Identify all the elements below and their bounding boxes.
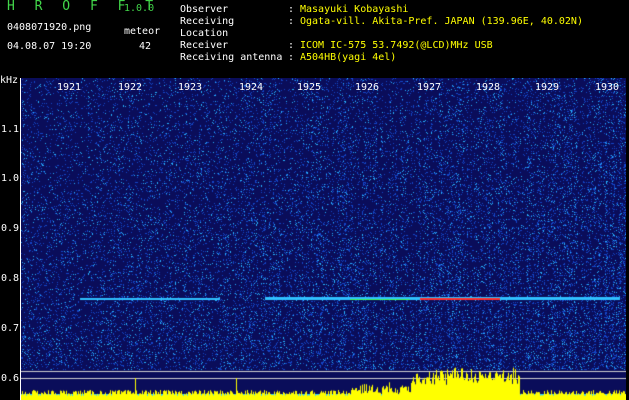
time-tick: 1930: [595, 82, 620, 93]
freq-tick: 1.0: [1, 173, 20, 184]
time-tick: 1929: [535, 82, 560, 93]
field-value-antenna: A504HB(yagi 4el): [300, 52, 397, 63]
freq-tick: 0.7: [1, 323, 20, 334]
hroft-window: H R O F F T 1.0.0 0408071920.png meteor …: [0, 0, 629, 400]
field-label-observer: Observer: [180, 4, 229, 15]
observation-datetime: 04.08.07 19:20: [7, 41, 92, 52]
field-value-receiver: ICOM IC-575 53.7492(@LCD)MHz USB: [300, 40, 493, 51]
freq-tick: 0.6: [1, 373, 20, 384]
time-tick: 1922: [118, 82, 143, 93]
freq-tick: 1.1: [1, 124, 20, 135]
field-label-antenna: Receiving antenna: [180, 52, 283, 63]
time-tick: 1927: [417, 82, 442, 93]
field-sep: :: [288, 40, 295, 51]
file-name: 0408071920.png: [7, 22, 92, 33]
freq-tick: 0.9: [1, 223, 20, 234]
field-sep: :: [288, 52, 295, 63]
app-version: 1.0.0: [124, 3, 155, 14]
field-sep: :: [288, 4, 295, 15]
time-tick: 1921: [57, 82, 82, 93]
field-value-location: Ogata-vill. Akita-Pref. JAPAN (139.96E, …: [300, 16, 583, 27]
field-sep: :: [288, 16, 295, 27]
time-tick: 1923: [178, 82, 203, 93]
meteor-label: meteor: [124, 26, 161, 37]
meteor-count: 42: [139, 41, 152, 52]
time-tick: 1925: [297, 82, 322, 93]
time-tick: 1928: [476, 82, 501, 93]
field-label-receiver: Receiver: [180, 40, 229, 51]
field-value-observer: Masayuki Kobayashi: [300, 4, 409, 15]
freq-unit-label: kHz: [0, 75, 19, 86]
freq-tick: 0.8: [1, 273, 20, 284]
field-label-location: Receiving Location: [180, 16, 235, 39]
time-tick: 1926: [355, 82, 380, 93]
station-info: Observer : Masayuki Kobayashi Receiving …: [180, 4, 583, 64]
spectrogram-canvas: [20, 78, 626, 400]
time-tick: 1924: [239, 82, 264, 93]
y-axis-line: [20, 78, 21, 400]
